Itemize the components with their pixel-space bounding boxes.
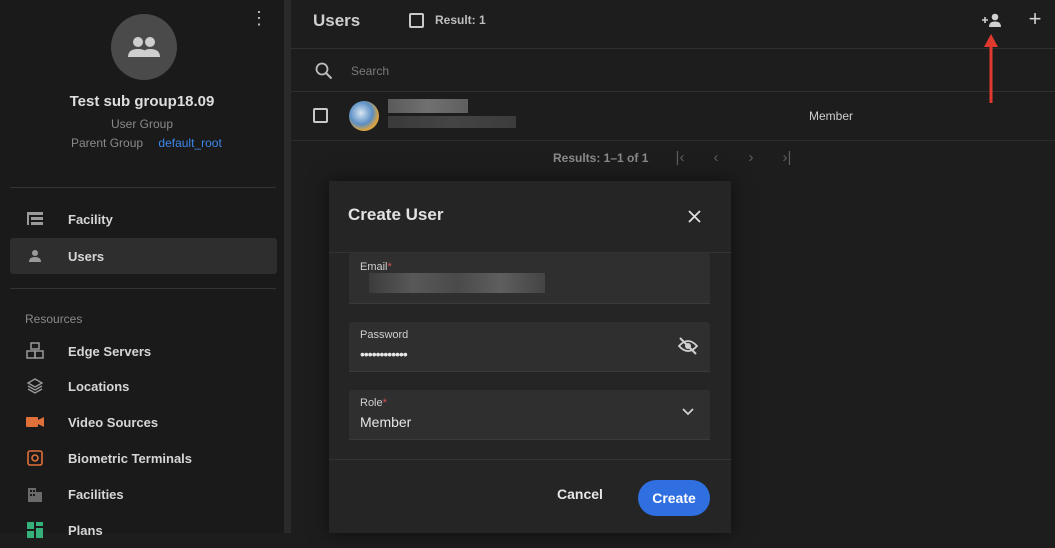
visibility-off-icon[interactable] bbox=[678, 337, 698, 355]
last-page-icon[interactable]: ›| bbox=[778, 148, 796, 168]
create-user-dialog: Create User Email* Password ••••••••••••… bbox=[329, 181, 731, 533]
nav-item-locations[interactable]: Locations bbox=[10, 368, 277, 404]
divider bbox=[10, 187, 276, 188]
first-page-icon[interactable]: |‹ bbox=[671, 148, 689, 168]
search-input[interactable]: Search bbox=[351, 64, 389, 78]
redacted-email bbox=[388, 116, 516, 128]
group-type: User Group bbox=[110, 117, 174, 131]
result-count: Result: 1 bbox=[435, 13, 486, 27]
nav-item-facilities[interactable]: Facilities bbox=[10, 476, 277, 512]
edge-server-icon bbox=[26, 342, 44, 360]
group-icon bbox=[128, 37, 160, 57]
select-all-checkbox[interactable] bbox=[409, 13, 424, 28]
pagination-text: Results: 1–1 of 1 bbox=[553, 151, 649, 165]
avatar bbox=[349, 101, 379, 131]
nav-item-label: Facility bbox=[68, 211, 113, 227]
role-label: Role* bbox=[360, 397, 387, 409]
nav-item-biometric-terminals[interactable]: Biometric Terminals bbox=[10, 440, 277, 476]
page-title: Users bbox=[313, 11, 361, 30]
parent-group-row: Parent Group default_root bbox=[71, 136, 222, 150]
row-checkbox[interactable] bbox=[313, 108, 328, 123]
add-icon[interactable]: + bbox=[1026, 8, 1044, 30]
terminal-icon bbox=[26, 449, 44, 467]
cancel-button[interactable]: Cancel bbox=[557, 486, 603, 502]
redacted-name bbox=[388, 99, 468, 113]
nav-item-label: Locations bbox=[68, 378, 130, 394]
building-icon bbox=[26, 485, 44, 503]
person-icon bbox=[26, 247, 44, 265]
nav-item-label: Facilities bbox=[68, 486, 124, 502]
email-label: Email* bbox=[360, 261, 392, 273]
password-value: •••••••••••• bbox=[360, 346, 408, 362]
create-button[interactable]: Create bbox=[638, 480, 710, 516]
parent-group-label: Parent Group bbox=[71, 136, 144, 150]
nav-item-label: Plans bbox=[68, 522, 103, 538]
group-avatar bbox=[111, 14, 177, 80]
sidebar-scrollbar[interactable] bbox=[284, 0, 291, 533]
layers-icon bbox=[26, 377, 44, 395]
divider bbox=[329, 459, 731, 460]
role-cell: Member bbox=[809, 109, 854, 123]
nav-item-users[interactable]: Users bbox=[10, 238, 277, 274]
sidebar: ⋮ Test sub group18.09 User Group Parent … bbox=[0, 0, 284, 538]
resources-section-label: Resources bbox=[25, 312, 83, 326]
nav-item-label: Video Sources bbox=[68, 414, 159, 430]
more-options-icon[interactable]: ⋮ bbox=[250, 8, 268, 28]
nav-item-facility[interactable]: Facility bbox=[10, 201, 277, 237]
nav-item-label: Users bbox=[68, 248, 105, 264]
nav-item-label: Biometric Terminals bbox=[68, 450, 193, 466]
prev-page-icon[interactable]: ‹ bbox=[707, 148, 725, 168]
nav-item-plans[interactable]: Plans bbox=[10, 512, 277, 548]
role-value: Member bbox=[360, 414, 412, 430]
parent-group-link[interactable]: default_root bbox=[158, 136, 221, 150]
role-select[interactable]: Role* Member bbox=[349, 390, 710, 440]
email-field[interactable]: Email* bbox=[349, 253, 710, 304]
nav-item-edge-servers[interactable]: Edge Servers bbox=[10, 333, 277, 369]
password-field[interactable]: Password •••••••••••• bbox=[349, 322, 710, 372]
divider bbox=[10, 288, 276, 289]
plans-icon bbox=[26, 521, 44, 539]
close-icon bbox=[687, 209, 701, 223]
annotation-arrow-icon bbox=[984, 34, 998, 103]
next-page-icon[interactable]: › bbox=[742, 148, 760, 168]
users-toolbar: Users Result: 1 + bbox=[291, 0, 1055, 49]
redacted-email-value bbox=[369, 273, 545, 293]
add-user-button[interactable] bbox=[981, 11, 1003, 29]
search-bar: Search bbox=[291, 50, 1055, 92]
chevron-down-icon bbox=[682, 408, 694, 416]
table-row[interactable]: Member bbox=[291, 93, 1055, 141]
nav-item-label: Edge Servers bbox=[68, 343, 152, 359]
tree-icon bbox=[26, 210, 44, 228]
group-title: Test sub group18.09 bbox=[69, 93, 215, 110]
search-icon bbox=[315, 62, 333, 80]
dialog-title: Create User bbox=[348, 205, 444, 224]
video-camera-icon bbox=[26, 413, 44, 431]
close-button[interactable] bbox=[684, 206, 704, 226]
add-user-icon bbox=[982, 13, 1001, 27]
password-label: Password bbox=[360, 329, 409, 341]
nav-item-video-sources[interactable]: Video Sources bbox=[10, 404, 277, 440]
